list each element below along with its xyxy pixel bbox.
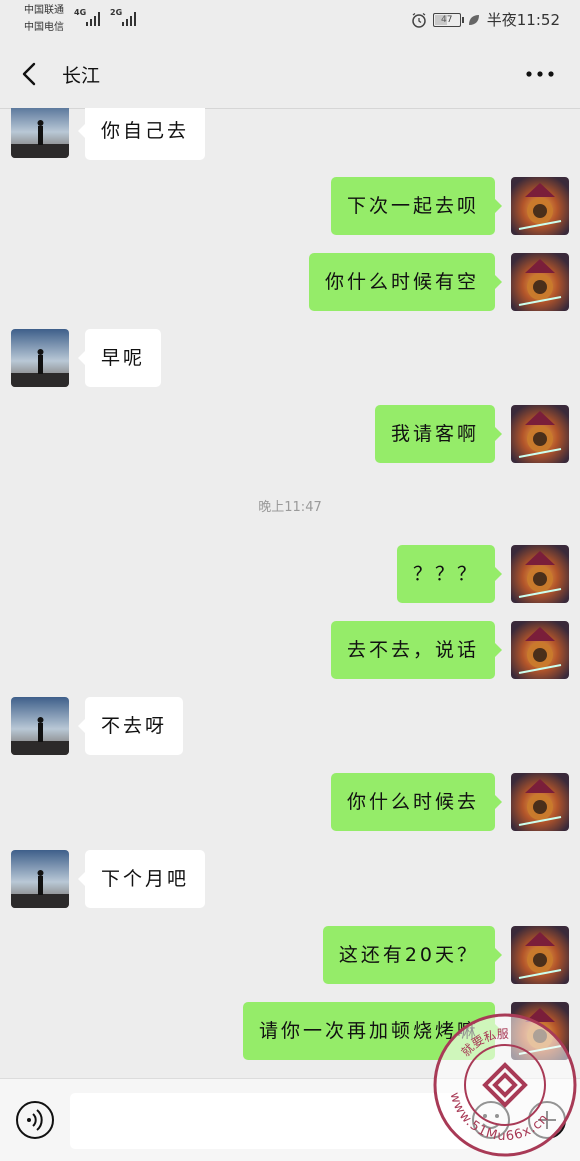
emoji-icon[interactable] (470, 1099, 512, 1141)
status-time: 半夜11:52 (486, 11, 560, 29)
user-avatar[interactable] (511, 1002, 569, 1060)
user-avatar[interactable] (511, 253, 569, 311)
alarm-icon (412, 12, 426, 28)
message-bubble-incoming[interactable]: 早呢 (77, 329, 162, 387)
contact-avatar[interactable] (11, 850, 69, 908)
message-bubble-outgoing[interactable]: 去不去，说话 (330, 621, 503, 679)
message-bubble-outgoing[interactable]: 这还有20天？ (322, 926, 503, 984)
message-timestamp: 晚上11:47 (258, 500, 322, 515)
network-type-1: 4G (74, 8, 87, 17)
contact-avatar[interactable] (11, 697, 69, 755)
user-avatar[interactable] (511, 177, 569, 235)
leaf-icon (468, 14, 479, 25)
message-bubble-incoming[interactable]: 不去呀 (77, 697, 184, 755)
user-avatar[interactable] (511, 545, 569, 603)
message-bubble-outgoing[interactable]: 你什么时候有空 (308, 253, 503, 311)
carrier-2: 中国电信 (24, 22, 64, 33)
more-dots-icon[interactable] (520, 60, 560, 88)
message-bubble-incoming[interactable]: 你自己去 (77, 108, 206, 160)
chevron-left-icon[interactable] (12, 56, 48, 92)
signal-icon (122, 12, 136, 26)
carrier-1: 中国联通 (24, 5, 64, 16)
signal-icon (86, 12, 100, 26)
message-bubble-outgoing[interactable]: 我请客啊 (374, 405, 503, 463)
input-bar (0, 1078, 580, 1161)
message-bubble-outgoing[interactable]: ？？？ (396, 545, 503, 603)
message-bubble-outgoing[interactable]: 下次一起去呗 (330, 177, 503, 235)
user-avatar[interactable] (511, 926, 569, 984)
battery-icon: 47 (432, 12, 464, 27)
message-bubble-outgoing[interactable]: 请你一次再加顿烧烤嘛 (242, 1002, 503, 1060)
voice-icon[interactable] (14, 1099, 56, 1141)
chat-area[interactable]: 你自己去 下次一起去呗 你什么时候有空 早呢 我请客啊 晚上11:47 ？？？ … (0, 108, 580, 1078)
contact-avatar[interactable] (11, 108, 69, 158)
message-bubble-incoming[interactable]: 下个月吧 (77, 850, 206, 908)
chat-header: 长江 (0, 40, 580, 109)
user-avatar[interactable] (511, 405, 569, 463)
plus-icon[interactable] (526, 1099, 568, 1141)
message-input[interactable] (70, 1093, 470, 1149)
user-avatar[interactable] (511, 773, 569, 831)
network-type-2: 2G (110, 8, 123, 17)
user-avatar[interactable] (511, 621, 569, 679)
chat-title: 长江 (62, 65, 101, 87)
contact-avatar[interactable] (11, 329, 69, 387)
status-right: 47 半夜11:52 (411, 9, 560, 30)
status-bar: 中国联通 中国电信 4G 2G 47 半夜11:52 (0, 0, 580, 40)
message-bubble-outgoing[interactable]: 你什么时候去 (330, 773, 503, 831)
